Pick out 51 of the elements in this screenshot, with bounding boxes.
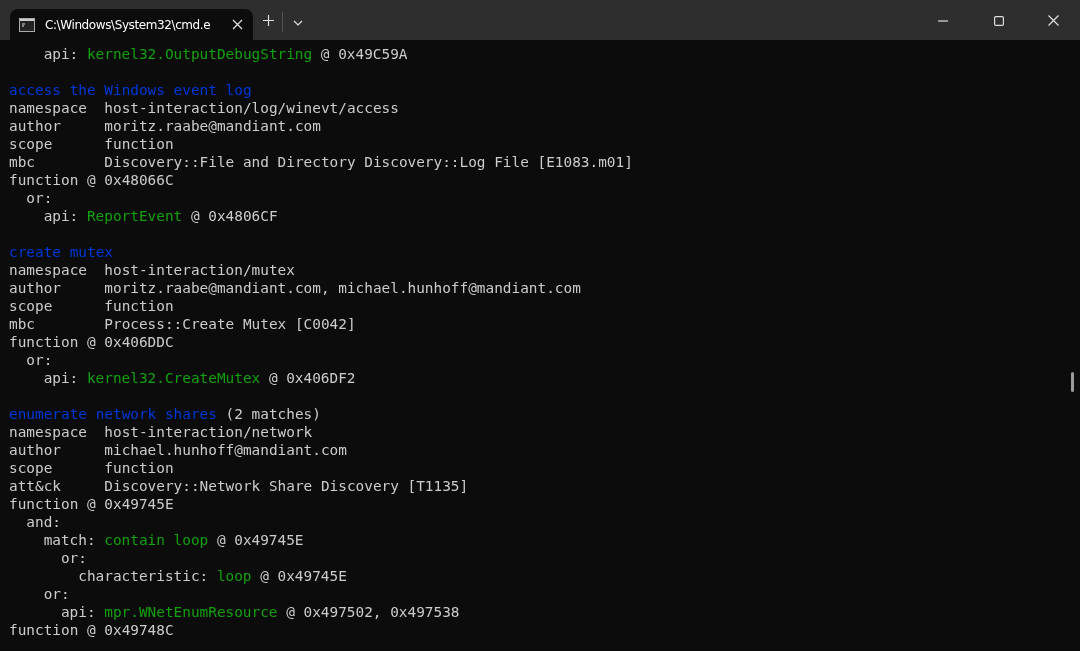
new-tab-icon[interactable] (263, 15, 275, 26)
output-text: @ 0x49745E (216, 531, 304, 549)
output-text: author moritz.raabe@mandiant.com (9, 117, 321, 135)
output-text: scope function (9, 297, 174, 315)
output-text: match: (43, 531, 96, 549)
output-text: @ 0x406DF2 (268, 369, 356, 387)
feature-text: loop (216, 567, 252, 585)
scrollbar-thumb[interactable] (1071, 372, 1074, 392)
rule-title: create mutex (9, 243, 113, 261)
output-text: or: (43, 585, 70, 603)
feature-text: kernel32.CreateMutex (86, 369, 261, 387)
output-text: or: (60, 549, 87, 567)
console-icon (19, 17, 35, 32)
output-text: or: (26, 351, 53, 369)
close-icon[interactable] (1048, 15, 1059, 26)
output-text: (2 matches) (225, 405, 321, 423)
output-text: att&ck Discovery::Network Share Discovery [T1135] (9, 477, 469, 495)
feature-text: kernel32.OutputDebugString (86, 45, 313, 63)
output-text: or: (26, 189, 53, 207)
feature-text: ReportEvent (86, 207, 183, 225)
rule-title: access the Windows event log (9, 81, 252, 99)
feature-text: contain loop (104, 531, 209, 549)
output-text: author moritz.raabe@mandiant.com, michael.hunhoff@mandiant.com (9, 279, 581, 297)
output-text: api: (43, 207, 79, 225)
rule-title: enumerate network shares (9, 405, 217, 423)
dropdown-caret-icon[interactable] (293, 20, 304, 26)
output-text: @ 0x4806CF (190, 207, 278, 225)
output-text: api: (43, 45, 79, 63)
output-text: namespace host-interaction/log/winevt/access (9, 99, 399, 117)
output-text: mbc Process::Create Mutex [C0042] (9, 315, 356, 333)
output-text: and: (26, 513, 61, 531)
output-text: namespace host-interaction/mutex (9, 261, 295, 279)
output-text: @ 0x49745E (260, 567, 347, 585)
output-text: mbc Discovery::File and Directory Discovery::Log File [E1083.m01] (9, 153, 633, 171)
output-text: function @ 0x49745E (9, 495, 174, 513)
output-text: api: (43, 369, 79, 387)
output-text: scope function (9, 459, 174, 477)
close-tab-icon[interactable] (232, 19, 244, 30)
output-text: author michael.hunhoff@mandiant.com (9, 441, 347, 459)
output-text: function @ 0x49748C (9, 621, 174, 639)
output-text: scope function (9, 135, 174, 153)
output-text: characteristic: (78, 567, 209, 585)
output-text: namespace host-interaction/network (9, 423, 313, 441)
terminal-tab[interactable]: C:\Windows\System32\cmd.e (10, 9, 254, 40)
output-text: api: (60, 603, 96, 621)
maximize-icon[interactable] (994, 16, 1004, 26)
output-text: function @ 0x48066C (9, 171, 174, 189)
feature-text: mpr.WNetEnumResource (104, 603, 278, 621)
output-text: @ 0x497502, 0x497538 (286, 603, 460, 621)
output-text: @ 0x49C59A (320, 45, 408, 63)
output-text: function @ 0x406DDC (9, 333, 174, 351)
